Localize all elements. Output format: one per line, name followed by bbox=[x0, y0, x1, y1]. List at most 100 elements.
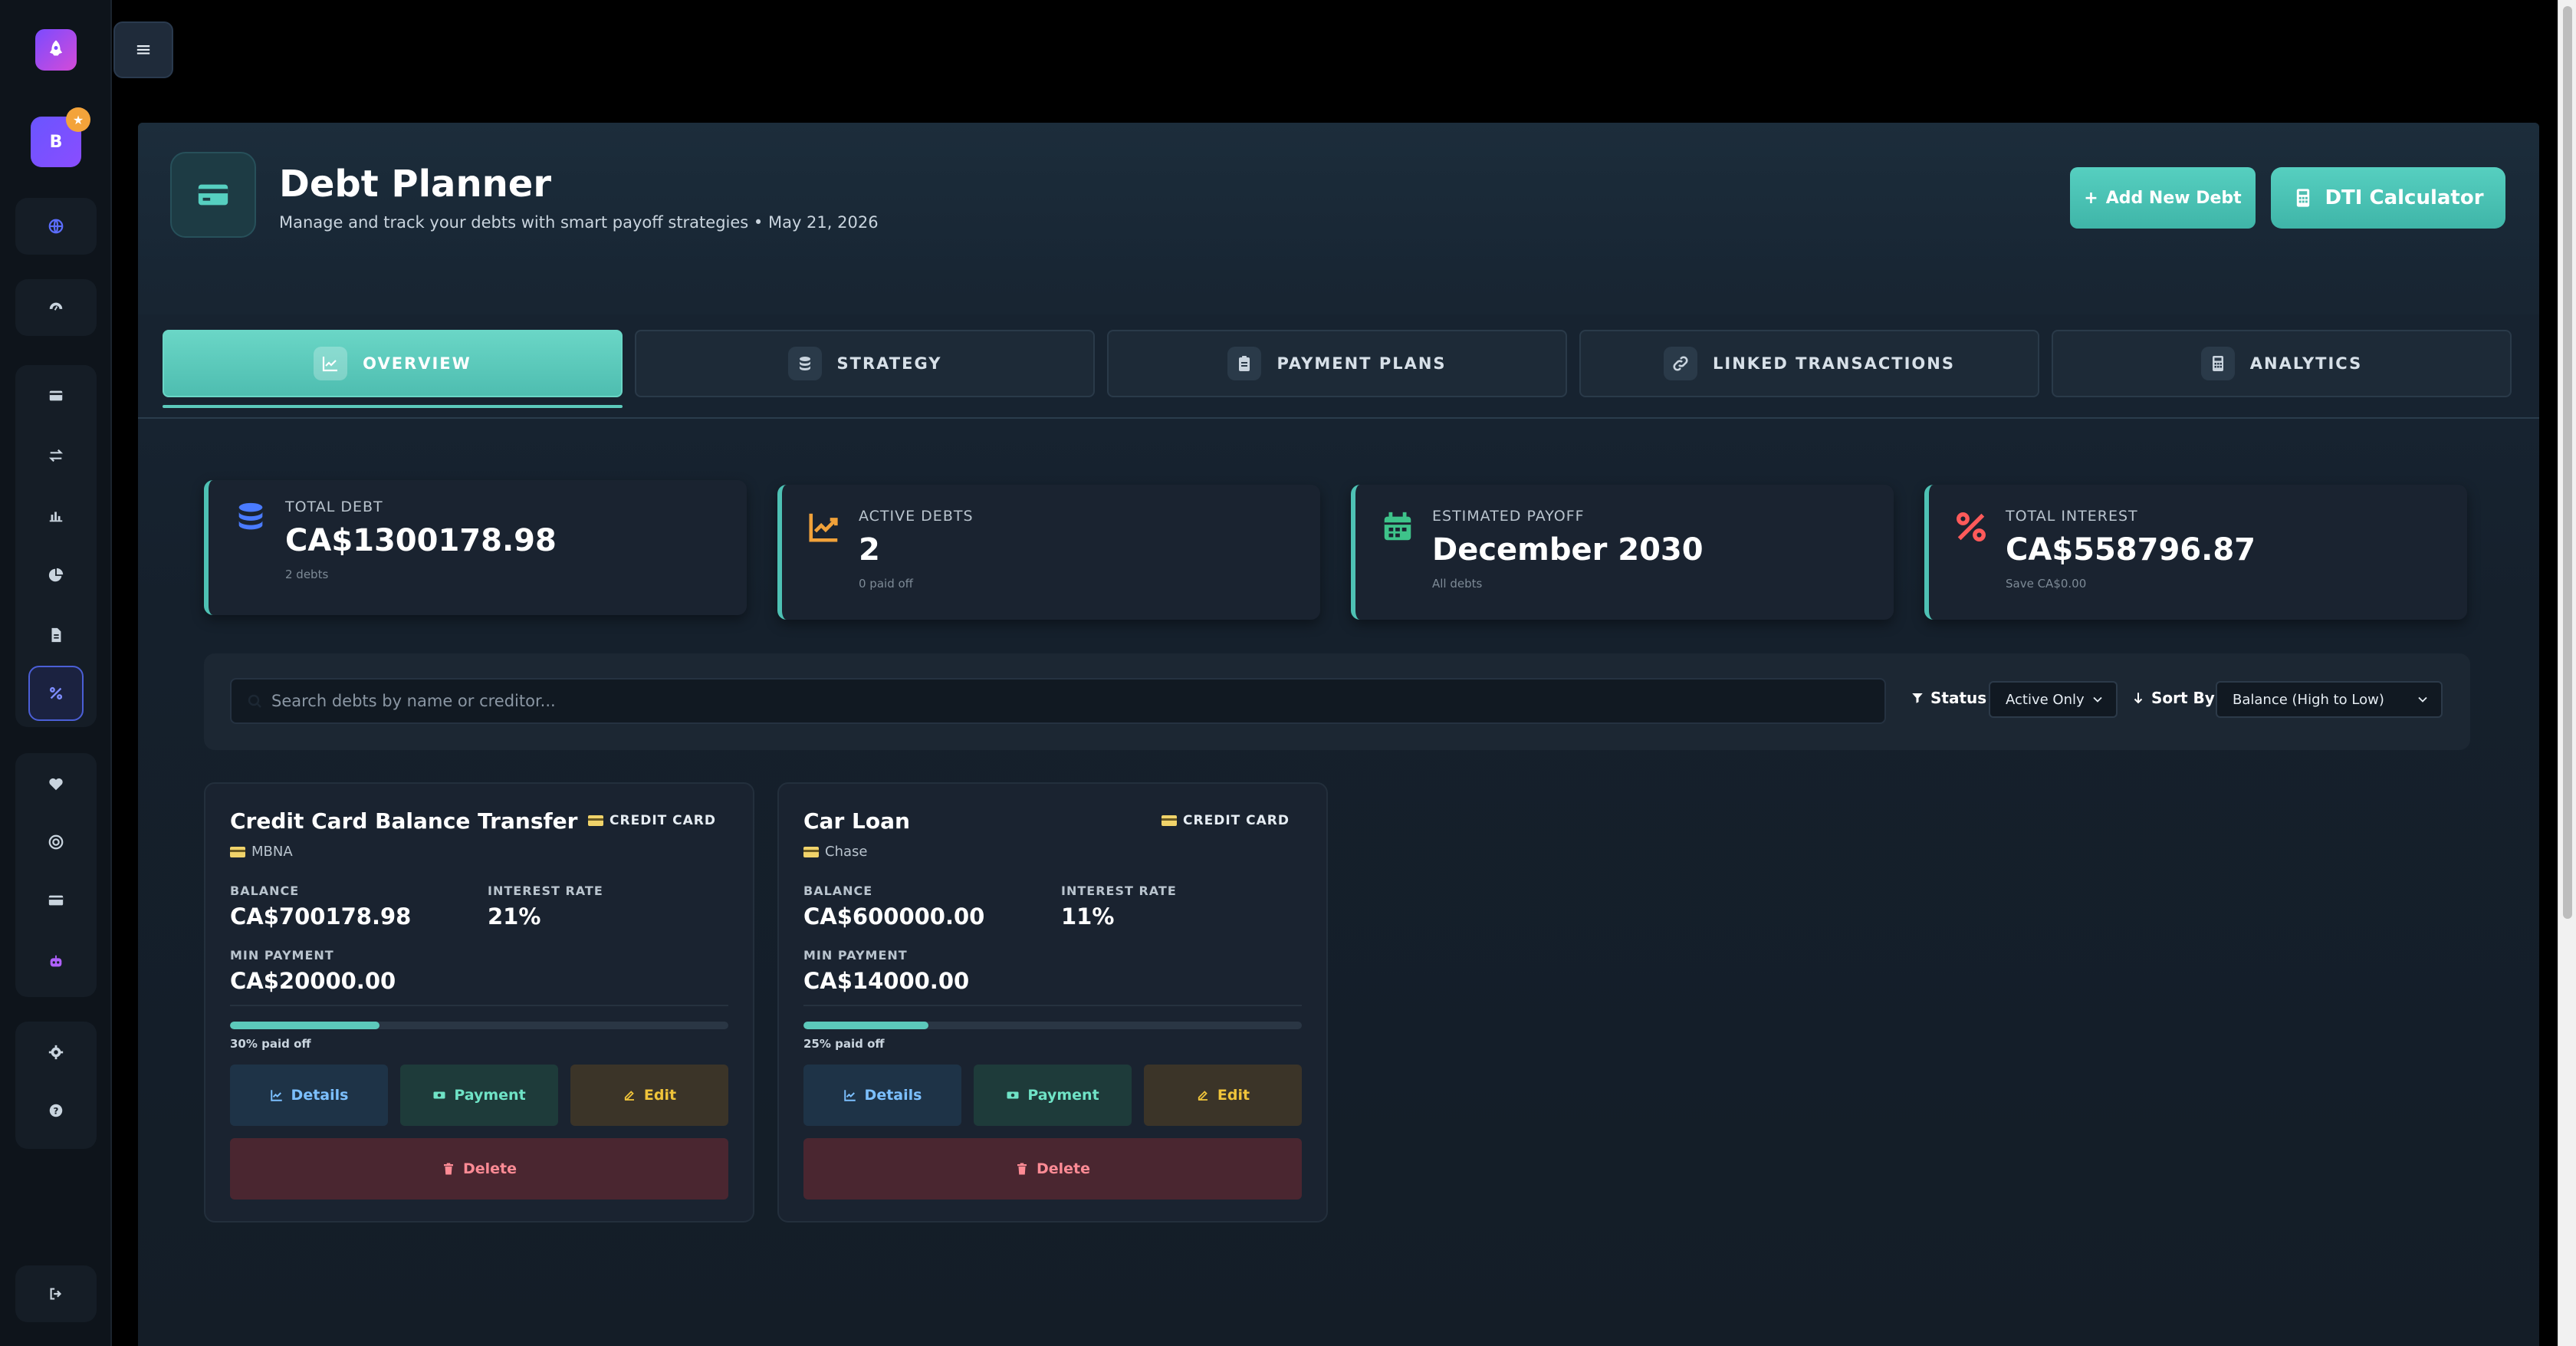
details-label: Details bbox=[291, 1087, 349, 1104]
stat-sub: 0 paid off bbox=[859, 577, 913, 591]
min-payment-value: CA$20000.00 bbox=[230, 968, 396, 994]
hamburger-icon: ≡ bbox=[135, 38, 152, 61]
dashboard-icon[interactable] bbox=[28, 279, 84, 336]
interest-rate-value: 21% bbox=[488, 903, 541, 930]
chart-line-icon bbox=[314, 347, 348, 380]
robot-icon[interactable] bbox=[28, 934, 84, 989]
card-divider bbox=[230, 1005, 728, 1006]
tab-payment-plans[interactable]: PAYMENT PLANS bbox=[1107, 330, 1567, 397]
progress-track bbox=[230, 1022, 728, 1029]
percent-icon[interactable] bbox=[28, 666, 84, 721]
bar-chart-icon[interactable] bbox=[28, 488, 84, 543]
credit-card-icon bbox=[588, 815, 604, 826]
stat-total-interest: TOTAL INTEREST CA$558796.87 Save CA$0.00 bbox=[1924, 485, 2467, 620]
page-title: Debt Planner bbox=[279, 163, 552, 206]
delete-button[interactable]: Delete bbox=[803, 1138, 1302, 1200]
debt-type-badge: CREDIT CARD bbox=[1162, 813, 1290, 828]
debt-card: Credit Card Balance Transfer CREDIT CARD… bbox=[204, 782, 754, 1223]
filter-icon bbox=[1912, 693, 1923, 703]
creditor-name: Chase bbox=[825, 844, 868, 860]
edit-button[interactable]: Edit bbox=[570, 1065, 728, 1126]
sidebar: B ★ ? bbox=[0, 0, 112, 1346]
payment-button[interactable]: Payment bbox=[974, 1065, 1132, 1126]
interest-rate-value: 11% bbox=[1061, 903, 1115, 930]
page-scrollbar[interactable] bbox=[2558, 0, 2576, 1346]
progress-fill bbox=[803, 1022, 928, 1029]
document-icon[interactable] bbox=[28, 607, 84, 663]
credit-card-icon bbox=[1162, 815, 1178, 826]
stat-label: TOTAL INTEREST bbox=[2006, 508, 2138, 525]
sort-by-label: Sort By bbox=[2131, 689, 2215, 707]
tab-linked-transactions[interactable]: LINKED TRANSACTIONS bbox=[1579, 330, 2039, 397]
tab-analytics[interactable]: ANALYTICS bbox=[2052, 330, 2512, 397]
tab-label: STRATEGY bbox=[836, 354, 942, 373]
stat-value: 2 bbox=[859, 532, 880, 568]
tab-strategy[interactable]: STRATEGY bbox=[635, 330, 1095, 397]
sort-select[interactable]: Balance (High to Low) bbox=[2216, 681, 2443, 718]
debt-type-label: CREDIT CARD bbox=[610, 813, 716, 828]
edit-icon bbox=[624, 1091, 634, 1101]
status-select[interactable]: Active Only bbox=[1989, 681, 2118, 718]
scrollbar-thumb[interactable] bbox=[2563, 6, 2572, 919]
stat-value: December 2030 bbox=[1432, 532, 1704, 568]
payment-button[interactable]: Payment bbox=[400, 1065, 558, 1126]
active-tab-indicator bbox=[163, 405, 623, 408]
search-input[interactable]: Search debts by name or creditor... bbox=[230, 678, 1886, 724]
svg-text:?: ? bbox=[54, 1106, 59, 1117]
coins-icon bbox=[232, 499, 270, 537]
rocket-logo-icon[interactable] bbox=[35, 29, 77, 71]
tab-bar: OVERVIEW STRATEGY PAYMENT PLANS LINKED T… bbox=[138, 314, 2539, 419]
page-header: Debt Planner Manage and track your debts… bbox=[138, 123, 2539, 270]
stat-sub: 2 debts bbox=[285, 568, 329, 581]
edit-label: Edit bbox=[643, 1087, 677, 1104]
status-select-value: Active Only bbox=[2006, 691, 2085, 708]
edit-button[interactable]: Edit bbox=[1144, 1065, 1302, 1126]
edit-icon bbox=[1198, 1091, 1208, 1101]
balance-value: CA$600000.00 bbox=[803, 903, 985, 930]
tab-overview[interactable]: OVERVIEW bbox=[163, 330, 623, 397]
wallet-icon[interactable] bbox=[28, 368, 84, 423]
gear-icon[interactable] bbox=[28, 1025, 84, 1080]
balance-value: CA$700178.98 bbox=[230, 903, 412, 930]
premium-badge: ★ bbox=[66, 107, 90, 132]
debt-creditor: MBNA bbox=[230, 844, 293, 860]
transfer-icon[interactable] bbox=[28, 428, 84, 483]
pie-chart-icon[interactable] bbox=[28, 548, 84, 603]
dti-calculator-button[interactable]: DTI Calculator bbox=[2271, 167, 2505, 229]
details-button[interactable]: Details bbox=[230, 1065, 388, 1126]
stat-label: ACTIVE DEBTS bbox=[859, 508, 974, 525]
calculator-icon bbox=[2200, 347, 2235, 380]
trend-icon bbox=[805, 508, 843, 546]
globe-icon[interactable] bbox=[28, 198, 84, 255]
delete-label: Delete bbox=[1036, 1160, 1091, 1177]
user-avatar[interactable]: B ★ bbox=[31, 107, 90, 167]
page-subtitle: Manage and track your debts with smart p… bbox=[279, 213, 879, 232]
stat-sub: All debts bbox=[1432, 577, 1483, 591]
trash-icon bbox=[443, 1163, 453, 1175]
trash-icon bbox=[1017, 1163, 1027, 1175]
help-icon[interactable]: ? bbox=[28, 1083, 84, 1138]
heart-icon[interactable] bbox=[28, 756, 84, 811]
details-button[interactable]: Details bbox=[803, 1065, 961, 1126]
stat-value: CA$558796.87 bbox=[2006, 532, 2256, 568]
plus-icon: + bbox=[2084, 188, 2098, 208]
logout-icon[interactable] bbox=[28, 1265, 84, 1322]
dti-calculator-label: DTI Calculator bbox=[2325, 186, 2484, 209]
target-icon[interactable] bbox=[28, 815, 84, 870]
search-icon bbox=[248, 694, 261, 708]
tab-label: ANALYTICS bbox=[2249, 354, 2363, 373]
debt-type-label: CREDIT CARD bbox=[1183, 813, 1290, 828]
tab-label: PAYMENT PLANS bbox=[1276, 354, 1447, 373]
add-new-debt-button[interactable]: + Add New Debt bbox=[2070, 167, 2256, 229]
stat-estimated-payoff: ESTIMATED PAYOFF December 2030 All debts bbox=[1351, 485, 1894, 620]
debt-type-badge: CREDIT CARD bbox=[588, 813, 716, 828]
stat-label: ESTIMATED PAYOFF bbox=[1432, 508, 1585, 525]
delete-button[interactable]: Delete bbox=[230, 1138, 728, 1200]
details-label: Details bbox=[864, 1087, 922, 1104]
progress-fill bbox=[230, 1022, 380, 1029]
debt-card: Car Loan CREDIT CARD Chase BALANCE CA$60… bbox=[777, 782, 1328, 1223]
credit-card-header-icon bbox=[170, 152, 256, 238]
menu-toggle-button[interactable]: ≡ bbox=[113, 21, 173, 78]
min-payment-label: MIN PAYMENT bbox=[803, 948, 908, 963]
card-icon[interactable] bbox=[28, 873, 84, 928]
